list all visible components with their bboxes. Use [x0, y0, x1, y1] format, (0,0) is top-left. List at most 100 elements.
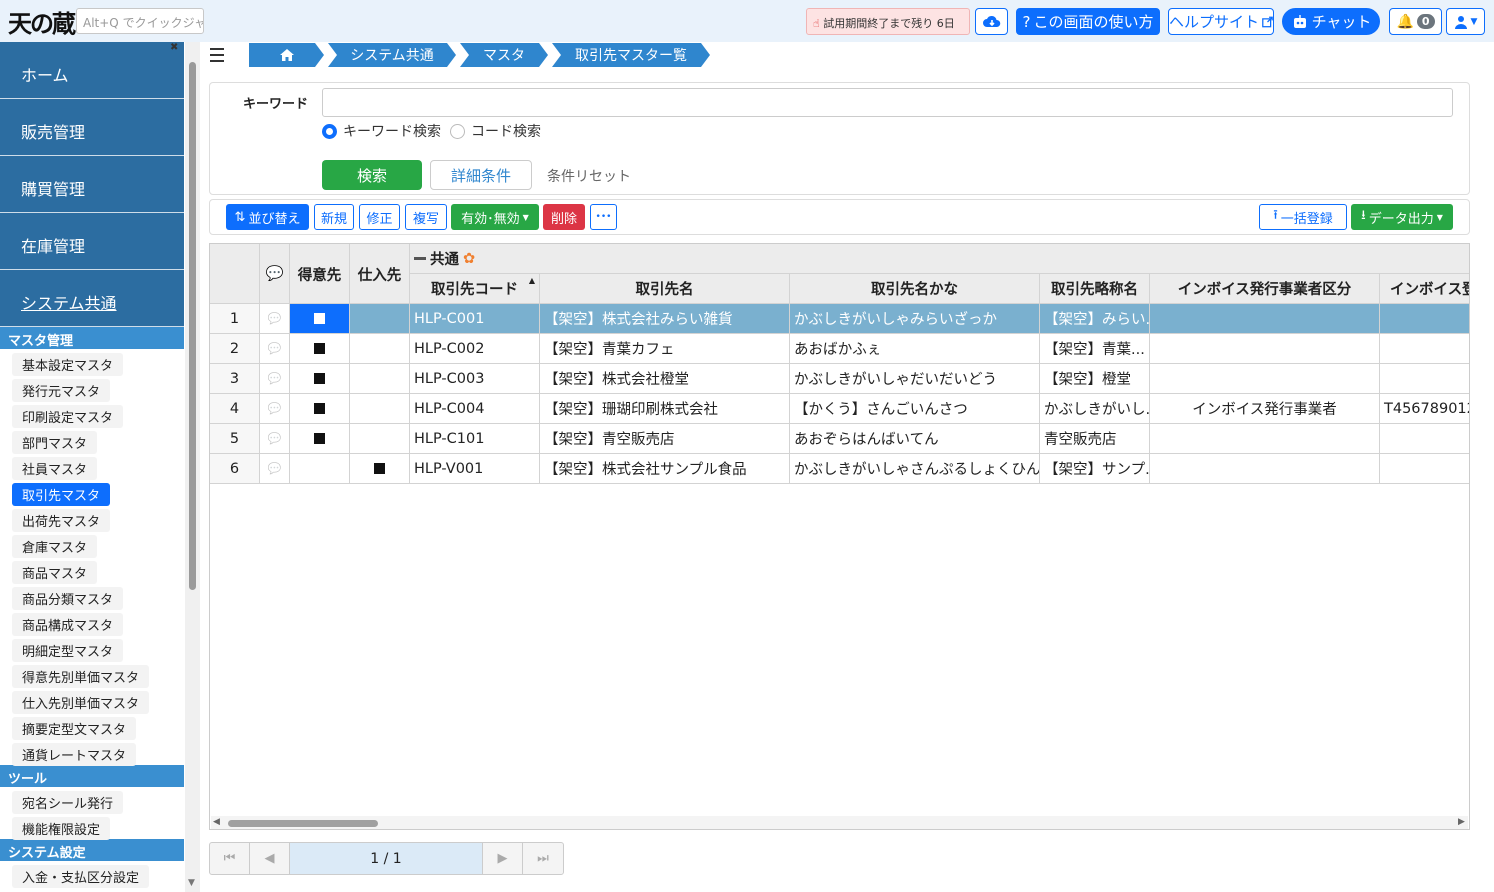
grid-cell-short[interactable]: 【架空】橙堂: [1040, 364, 1150, 394]
sidebar-link-label[interactable]: 宛名シール発行: [12, 791, 124, 814]
next-page-button[interactable]: ▶: [483, 843, 523, 874]
scroll-right-arrow-icon[interactable]: ▶: [1458, 817, 1465, 827]
quick-jump-input[interactable]: Alt+Q でクイックジャンプ: [76, 8, 204, 34]
trial-notice-badge[interactable]: ☝ 試用期間終了まで残り 6日: [806, 8, 970, 35]
more-button[interactable]: •••: [590, 204, 617, 230]
sidebar-link[interactable]: 仕入先別単価マスタ: [0, 687, 184, 714]
checkbox-checked-icon[interactable]: [314, 343, 325, 354]
sidebar-section-master[interactable]: マスタ管理: [0, 327, 184, 349]
grid-cell-customer[interactable]: [290, 454, 350, 484]
sidebar-link-label[interactable]: 印刷設定マスタ: [12, 405, 124, 428]
comment-icon[interactable]: 💬: [268, 402, 282, 415]
grid-cell-customer[interactable]: [290, 304, 350, 334]
delete-button[interactable]: 削除: [543, 204, 585, 230]
sidebar-link-label[interactable]: 商品分類マスタ: [12, 587, 124, 610]
grid-cell-cm[interactable]: 💬: [260, 424, 290, 454]
grid-header-code[interactable]: 取引先コード ▲: [410, 274, 540, 304]
checkbox-checked-icon[interactable]: [314, 313, 325, 324]
sidebar-link[interactable]: 宛名シール発行: [0, 787, 184, 814]
copy-button[interactable]: 複写: [405, 204, 447, 230]
sidebar-link[interactable]: 部門マスタ: [0, 427, 184, 454]
grid-cell-name[interactable]: 【架空】青葉カフェ: [540, 334, 790, 364]
grid-cell-invoice-type[interactable]: [1150, 364, 1380, 394]
first-page-button[interactable]: ⏮: [210, 843, 250, 874]
grid-cell-customer[interactable]: [290, 364, 350, 394]
grid-cell-supplier[interactable]: [350, 334, 410, 364]
grid-cell-short[interactable]: 【架空】サンプ...: [1040, 454, 1150, 484]
grid-cell-short[interactable]: 【架空】青葉...: [1040, 334, 1150, 364]
reset-conditions-link[interactable]: 条件リセット: [547, 166, 631, 186]
grid-cell-name[interactable]: 【架空】珊瑚印刷株式会社: [540, 394, 790, 424]
last-page-button[interactable]: ⏭: [523, 843, 563, 874]
sidebar-link[interactable]: 商品分類マスタ: [0, 583, 184, 610]
checkbox-checked-icon[interactable]: [374, 463, 385, 474]
grid-cell-kana[interactable]: かぶしきがいしゃだいだいどう: [790, 364, 1040, 394]
sidebar-link[interactable]: 通貨レートマスタ: [0, 739, 184, 766]
grid-cell-invoice-type[interactable]: インボイス発行事業者: [1150, 394, 1380, 424]
grid-cell-invoice-no[interactable]: [1380, 334, 1469, 364]
grid-cell-code[interactable]: HLP-C101: [410, 424, 540, 454]
sidebar-link-label[interactable]: 商品マスタ: [12, 561, 98, 584]
comment-icon[interactable]: 💬: [268, 432, 282, 445]
grid-cell-cm[interactable]: 💬: [260, 334, 290, 364]
grid-header-customer[interactable]: 得意先: [290, 244, 350, 304]
data-export-button[interactable]: ⭳ データ出力 ▼: [1351, 204, 1453, 230]
sidebar-link-label[interactable]: 明細定型マスタ: [12, 639, 124, 662]
gear-icon[interactable]: ✿: [463, 251, 475, 267]
grid-cell-customer[interactable]: [290, 424, 350, 454]
edit-button[interactable]: 修正: [359, 204, 400, 230]
grid-header-supplier[interactable]: 仕入先: [350, 244, 410, 304]
keyword-input[interactable]: [322, 88, 1453, 117]
comment-icon[interactable]: 💬: [268, 342, 282, 355]
grid-cell-invoice-type[interactable]: [1150, 424, 1380, 454]
grid-cell-code[interactable]: HLP-V001: [410, 454, 540, 484]
sidebar-link-label[interactable]: 摘要定型文マスタ: [12, 717, 137, 740]
sidebar-link-label[interactable]: 入金・支払区分設定: [12, 865, 150, 888]
grid-cell-short[interactable]: 【架空】みらい...: [1040, 304, 1150, 334]
breadcrumb-system-common[interactable]: システム共通: [328, 43, 456, 67]
sidebar-link-label[interactable]: 社員マスタ: [12, 457, 98, 480]
grid-header-invoice-type[interactable]: インボイス発行事業者区分: [1150, 274, 1380, 304]
sidebar-link-label[interactable]: 仕入先別単価マスタ: [12, 691, 150, 714]
grid-header-short-name[interactable]: 取引先略称名: [1040, 274, 1150, 304]
grid-header-name[interactable]: 取引先名: [540, 274, 790, 304]
grid-cell-cm[interactable]: 💬: [260, 454, 290, 484]
radio-checked-icon[interactable]: [322, 123, 337, 139]
notification-button[interactable]: 🔔 0: [1389, 8, 1442, 35]
grid-cell-supplier[interactable]: [350, 454, 410, 484]
grid-cell-invoice-type[interactable]: [1150, 454, 1380, 484]
sidebar-link[interactable]: 基本設定マスタ: [0, 349, 184, 376]
grid-horizontal-scrollbar[interactable]: [211, 816, 1468, 829]
sidebar-link-label[interactable]: 基本設定マスタ: [12, 353, 124, 376]
sidebar-link[interactable]: 発行元マスタ: [0, 375, 184, 402]
cloud-download-button[interactable]: [975, 8, 1008, 35]
sidebar-link[interactable]: 商品マスタ: [0, 557, 184, 584]
grid-cell-code[interactable]: HLP-C001: [410, 304, 540, 334]
grid-cell-short[interactable]: 青空販売店: [1040, 424, 1150, 454]
grid-cell-customer[interactable]: [290, 334, 350, 364]
grid-cell-code[interactable]: HLP-C003: [410, 364, 540, 394]
breadcrumb-home[interactable]: [249, 43, 324, 67]
radio-unchecked-icon[interactable]: [450, 123, 465, 139]
checkbox-checked-icon[interactable]: [314, 373, 325, 384]
grid-group-header[interactable]: 共通 ✿: [410, 244, 1469, 274]
comment-icon[interactable]: 💬: [268, 372, 282, 385]
scroll-down-arrow-icon[interactable]: ▼: [188, 878, 195, 888]
grid-cell-supplier[interactable]: [350, 394, 410, 424]
grid-cell-invoice-no[interactable]: [1380, 304, 1469, 334]
sort-button[interactable]: ⇅ 並び替え: [226, 204, 309, 230]
sidebar-section-tools[interactable]: ツール: [0, 765, 184, 787]
sidebar-link-label[interactable]: 得意先別単価マスタ: [12, 665, 150, 688]
grid-cell-invoice-type[interactable]: [1150, 334, 1380, 364]
grid-cell-short[interactable]: かぶしきがいし...: [1040, 394, 1150, 424]
checkbox-checked-icon[interactable]: [314, 433, 325, 444]
grid-cell-code[interactable]: HLP-C004: [410, 394, 540, 424]
scroll-left-arrow-icon[interactable]: ◀: [213, 817, 220, 827]
sidebar-item-purchase[interactable]: 購買管理: [0, 156, 184, 213]
grid-cell-cm[interactable]: 💬: [260, 304, 290, 334]
sidebar-link[interactable]: 得意先別単価マスタ: [0, 661, 184, 688]
sidebar-item-home[interactable]: ホーム: [0, 42, 184, 99]
comment-icon[interactable]: 💬: [268, 312, 282, 325]
radio-code-search[interactable]: コード検索: [450, 121, 541, 141]
sidebar-link[interactable]: 機能権限設定: [0, 813, 184, 840]
